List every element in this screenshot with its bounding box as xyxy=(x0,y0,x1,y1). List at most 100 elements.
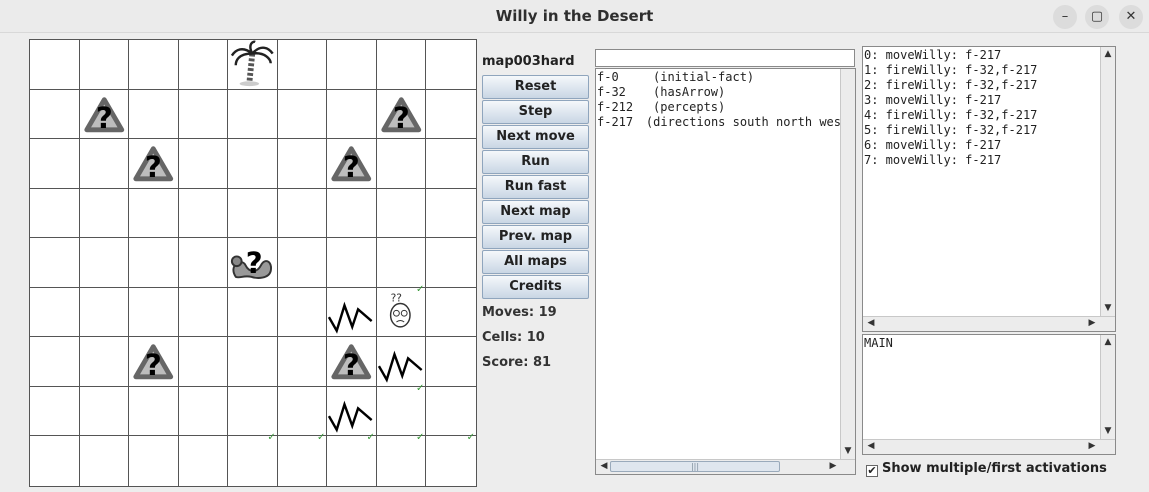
board-cell xyxy=(129,89,179,140)
board-cell: ? xyxy=(228,238,278,288)
reset-button[interactable]: Reset xyxy=(482,75,589,99)
all-maps-button[interactable]: All maps xyxy=(482,250,589,274)
close-button[interactable]: ✕ xyxy=(1119,5,1143,29)
next-map-button[interactable]: Next map xyxy=(482,200,589,224)
agenda-row[interactable]: 1: fireWilly: f-32,f-217 xyxy=(864,63,1115,78)
board-cell xyxy=(178,337,229,387)
board-cell xyxy=(277,386,328,437)
minimize-button[interactable]: – xyxy=(1053,5,1077,29)
board-cell xyxy=(228,139,278,189)
fact-row[interactable]: f-212 (percepts) xyxy=(597,100,841,115)
run-button[interactable]: Run xyxy=(482,150,589,174)
agenda-row[interactable]: 5: fireWilly: f-32,f-217 xyxy=(864,123,1115,138)
fact-id: f-217 xyxy=(597,115,634,129)
fact-id: f-212 xyxy=(597,100,634,114)
board-cell: ✓ xyxy=(376,383,427,437)
visited-check-icon: ✓ xyxy=(366,432,375,444)
next-move-button[interactable]: Next move xyxy=(482,125,589,149)
prev-map-button[interactable]: Prev. map xyxy=(482,225,589,249)
facts-vertical-scrollbar[interactable]: ▼ xyxy=(840,69,855,459)
svg-text:?: ? xyxy=(145,348,162,382)
board-cell xyxy=(228,386,278,437)
show-activations-checkbox[interactable]: ✔ xyxy=(866,465,878,477)
focus-vertical-scrollbar[interactable]: ▲ ▼ xyxy=(1100,335,1115,439)
board-cell xyxy=(30,386,80,437)
title-bar: Willy in the Desert – ▢ ✕ xyxy=(0,0,1149,33)
svg-text:?: ? xyxy=(343,150,360,184)
fact-text: (percepts) xyxy=(653,100,726,114)
board-cell xyxy=(79,337,130,387)
agenda-horizontal-scrollbar[interactable]: ◀ ▶ xyxy=(863,316,1115,331)
scroll-down-icon[interactable]: ▼ xyxy=(1101,303,1115,313)
run-fast-button[interactable]: Run fast xyxy=(482,175,589,199)
maximize-button[interactable]: ▢ xyxy=(1085,5,1109,29)
board-cell xyxy=(30,238,80,288)
board-cell xyxy=(426,189,476,239)
agenda-row[interactable]: 4: fireWilly: f-32,f-217 xyxy=(864,108,1115,123)
scroll-left-icon[interactable]: ◀ xyxy=(864,441,878,451)
board-cell: ? xyxy=(327,337,377,387)
agenda-row[interactable]: 7: moveWilly: f-217 xyxy=(864,153,1115,168)
board-cell: ? xyxy=(79,89,130,140)
board-cell xyxy=(79,287,130,338)
board-cell xyxy=(327,386,377,437)
board-cell xyxy=(178,89,229,140)
board-cell xyxy=(79,139,130,189)
focus-horizontal-scrollbar[interactable]: ◀ ▶ xyxy=(863,439,1115,454)
board-cell xyxy=(426,238,476,288)
fact-row[interactable]: f-32 (hasArrow) xyxy=(597,85,841,100)
facts-scroll-thumb[interactable]: ||| xyxy=(610,461,780,472)
fact-row[interactable]: f-0 (initial-fact) xyxy=(597,70,841,85)
step-button[interactable]: Step xyxy=(482,100,589,124)
scroll-left-icon[interactable]: ◀ xyxy=(864,318,878,328)
agenda-row[interactable]: 2: fireWilly: f-32,f-217 xyxy=(864,78,1115,93)
facts-horizontal-scrollbar[interactable]: ◀ ||| ▶ xyxy=(596,459,855,474)
scroll-right-icon[interactable]: ▶ xyxy=(1085,318,1099,328)
control-buttons: Reset Step Next move Run Run fast Next map Pre… xyxy=(482,75,589,300)
board-cell xyxy=(277,188,328,239)
agenda-row[interactable]: 3: moveWilly: f-217 xyxy=(864,93,1115,108)
board-cell xyxy=(277,238,328,288)
board-cell xyxy=(129,386,179,437)
svg-text:?: ? xyxy=(393,100,410,134)
fact-row[interactable]: f-217 (directions south north wes xyxy=(597,115,841,130)
board-cell xyxy=(376,337,427,387)
scroll-right-icon[interactable]: ▶ xyxy=(826,461,840,471)
credits-button[interactable]: Credits xyxy=(482,275,589,299)
board-cell xyxy=(277,139,328,189)
board-cell xyxy=(178,139,229,189)
visited-check-icon: ✓ xyxy=(267,432,276,444)
game-board: ??????? ✓?? ✓ ✓ ✓ ✓ ✓ ✓ xyxy=(29,39,477,487)
scroll-left-icon[interactable]: ◀ xyxy=(597,461,611,471)
board-cell: ✓ xyxy=(377,432,427,486)
focus-stack: MAIN xyxy=(863,335,1115,351)
board-cell: ?? ✓ xyxy=(376,284,427,338)
board-cell xyxy=(277,40,328,90)
scroll-up-icon[interactable]: ▲ xyxy=(1101,49,1115,59)
show-activations-label: Show multiple/first activations xyxy=(882,461,1107,476)
agenda-row[interactable]: 0: moveWilly: f-217 xyxy=(864,48,1115,63)
fact-id: f-0 xyxy=(597,70,619,84)
agenda-list: 0: moveWilly: f-217 1: fireWilly: f-32,f-… xyxy=(863,47,1115,168)
board-cell xyxy=(228,337,278,387)
agenda-row[interactable]: 6: moveWilly: f-217 xyxy=(864,138,1115,153)
board-cell xyxy=(426,90,476,140)
board-cell xyxy=(30,89,80,140)
show-activations-option[interactable]: ✔ Show multiple/first activations xyxy=(866,461,1107,477)
board-cell: ? xyxy=(376,89,427,140)
visited-check-icon: ✓ xyxy=(466,432,475,444)
focus-panel: MAIN ▲ ▼ ◀ ▶ xyxy=(862,334,1116,455)
fact-id: f-32 xyxy=(597,85,626,99)
fact-filter-input[interactable] xyxy=(595,49,855,67)
board-cell xyxy=(79,386,130,437)
board-cell xyxy=(327,89,377,140)
agenda-vertical-scrollbar[interactable]: ▲ ▼ xyxy=(1100,47,1115,316)
scroll-right-icon[interactable]: ▶ xyxy=(1085,441,1099,451)
scroll-up-icon[interactable]: ▲ xyxy=(1101,337,1115,347)
board-cell xyxy=(30,188,80,239)
scroll-down-icon[interactable]: ▼ xyxy=(1101,426,1115,436)
board-cell xyxy=(30,436,80,486)
board-cell xyxy=(376,188,427,239)
focus-row[interactable]: MAIN xyxy=(864,336,1115,351)
scroll-down-icon[interactable]: ▼ xyxy=(841,446,855,456)
